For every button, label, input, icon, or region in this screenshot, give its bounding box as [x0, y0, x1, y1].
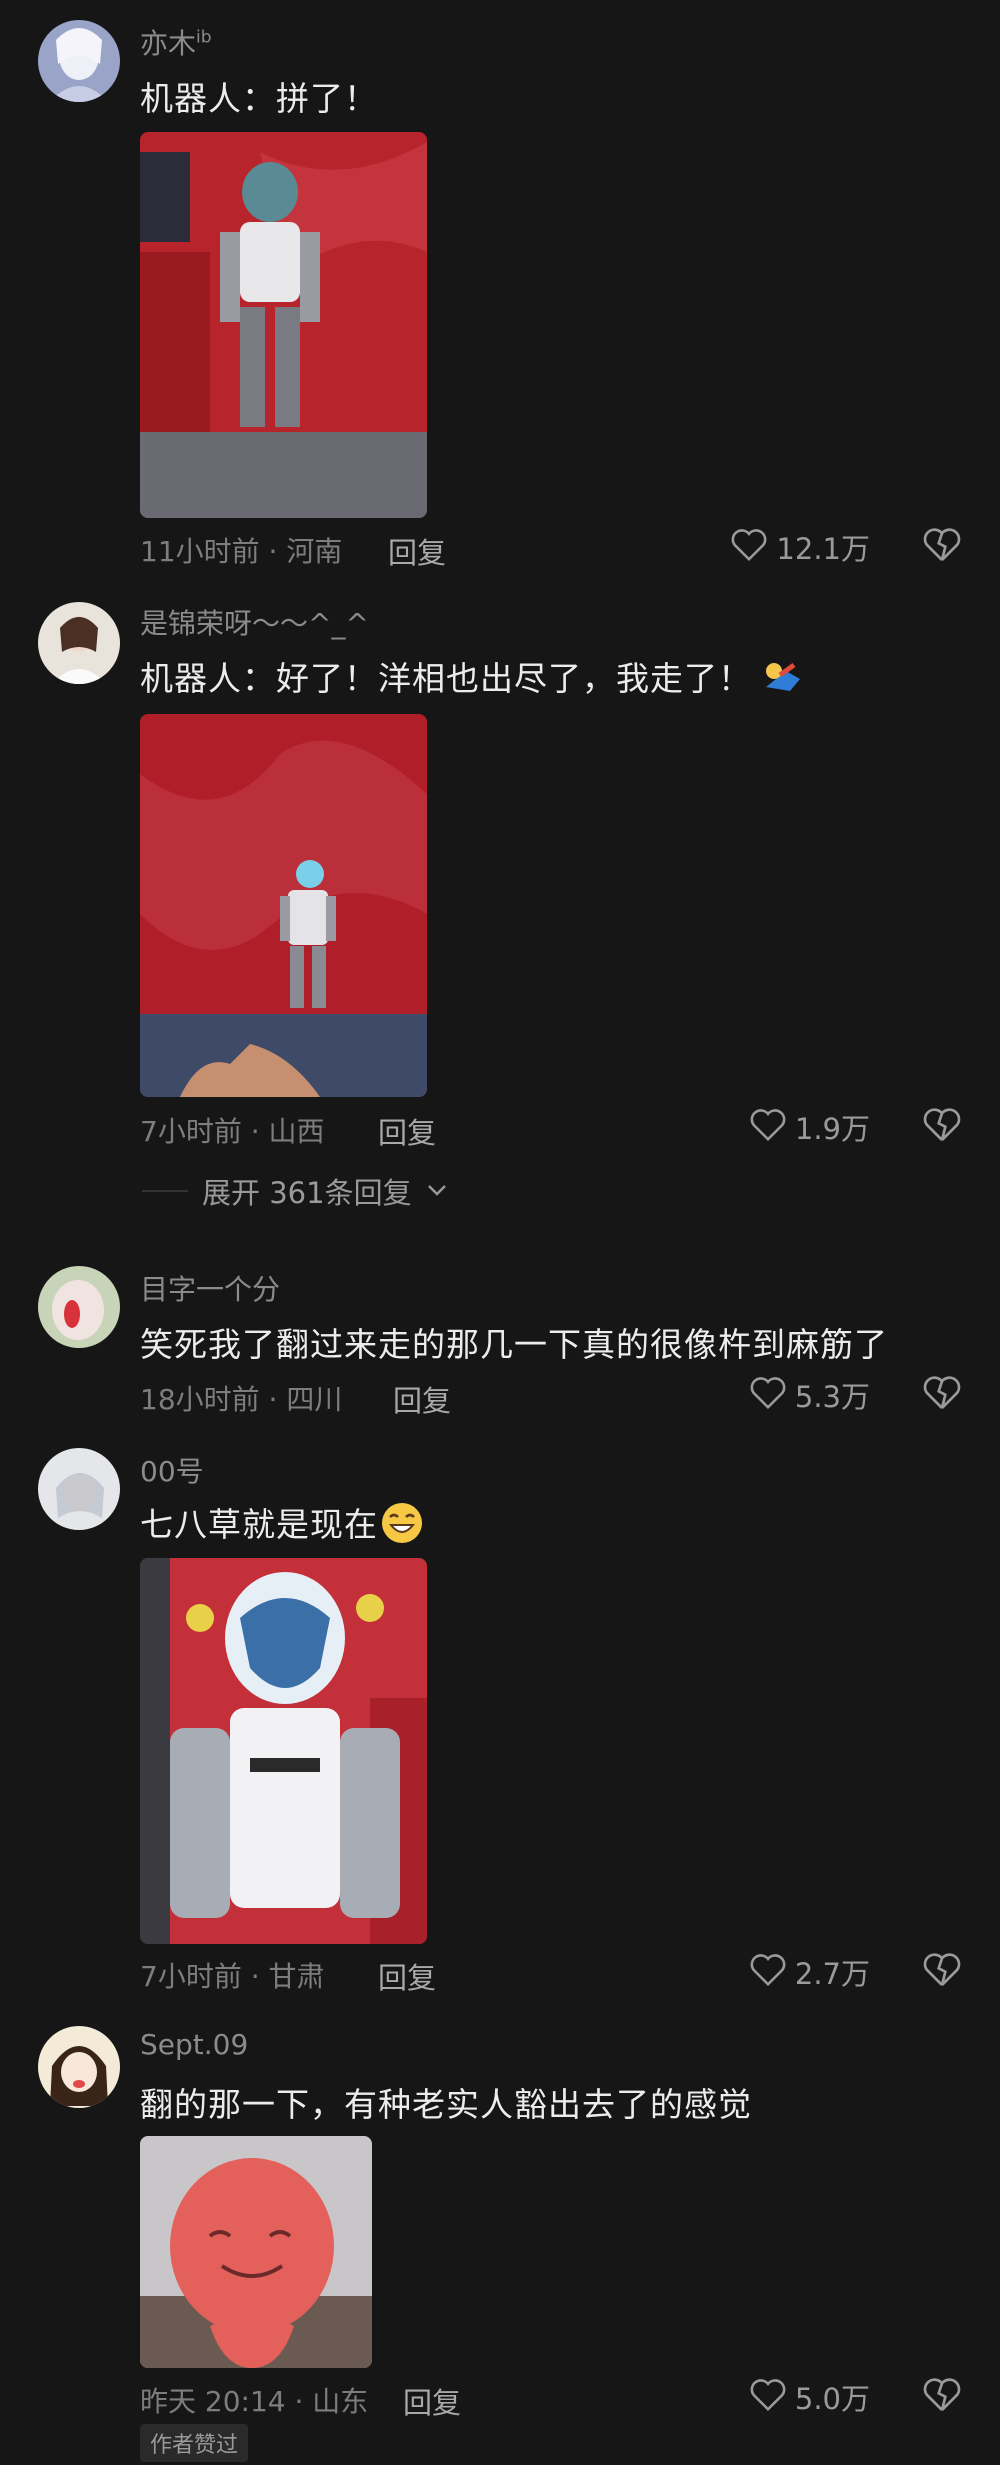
- time-location: 18小时前 · 四川: [140, 1383, 343, 1416]
- like-count: 12.1万: [776, 532, 870, 566]
- dislike-button[interactable]: [922, 1106, 962, 1144]
- avatar[interactable]: [38, 602, 120, 684]
- comment-text: 翻的那一下，有种老实人豁出去了的感觉: [140, 2085, 752, 2124]
- heart-icon: [749, 1952, 787, 1992]
- time-location: 11小时前 · 河南: [140, 535, 343, 568]
- avatar[interactable]: [38, 1266, 120, 1348]
- like-button[interactable]: 5.3万: [749, 1374, 870, 1416]
- broken-heart-icon: [922, 528, 962, 568]
- reply-button[interactable]: 回复: [378, 1955, 436, 1997]
- grin-emoji-icon: [380, 1501, 424, 1553]
- broken-heart-icon: [922, 2378, 962, 2418]
- avatar[interactable]: [38, 1448, 120, 1530]
- comment-image[interactable]: [140, 132, 427, 518]
- comment-image[interactable]: [140, 1558, 427, 1944]
- comment-image[interactable]: [140, 714, 427, 1097]
- time-location: 7小时前 · 山西: [140, 1115, 325, 1148]
- like-button[interactable]: 2.7万: [749, 1951, 870, 1993]
- reply-button[interactable]: 回复: [403, 2380, 461, 2422]
- username[interactable]: 是锦荣呀～～^_^: [140, 602, 369, 642]
- dislike-button[interactable]: [922, 1951, 962, 1989]
- comment-text: 机器人：拼了！: [140, 79, 378, 118]
- heart-icon: [730, 527, 768, 567]
- like-button[interactable]: 1.9万: [749, 1106, 870, 1148]
- heart-icon: [749, 1375, 787, 1415]
- running-emoji-icon: [760, 657, 806, 705]
- like-button[interactable]: 5.0万: [749, 2376, 870, 2418]
- username[interactable]: Sept.09: [140, 2028, 248, 2061]
- divider: [142, 1190, 188, 1192]
- reply-button[interactable]: 回复: [388, 530, 446, 572]
- time-location: 7小时前 · 甘肃: [140, 1960, 325, 1993]
- time-location: 昨天 20:14 · 山东: [140, 2385, 369, 2418]
- broken-heart-icon: [922, 1108, 962, 1148]
- comment-text: 机器人：好了！洋相也出尽了，我走了！: [140, 652, 806, 705]
- avatar[interactable]: [38, 2026, 120, 2108]
- like-button[interactable]: 12.1万: [730, 526, 870, 568]
- expand-replies-label: 展开 361条回复: [202, 1176, 412, 1210]
- broken-heart-icon: [922, 1376, 962, 1416]
- author-liked-badge: 作者赞过: [140, 2424, 249, 2462]
- dislike-button[interactable]: [922, 1374, 962, 1412]
- heart-icon: [749, 1107, 787, 1147]
- heart-icon: [749, 2377, 787, 2417]
- like-count: 5.3万: [794, 1380, 870, 1414]
- reply-button[interactable]: 回复: [378, 1110, 436, 1152]
- like-count: 1.9万: [794, 1112, 870, 1146]
- comment-text: 笑死我了翻过来走的那几一下真的很像杵到麻筋了: [140, 1325, 888, 1364]
- expand-replies-button[interactable]: 展开 361条回复: [142, 1170, 448, 1212]
- avatar[interactable]: [38, 20, 120, 102]
- username[interactable]: 目字一个分: [140, 1268, 280, 1308]
- comment-text: 七八草就是现在: [140, 1498, 424, 1553]
- dislike-button[interactable]: [922, 2376, 962, 2414]
- like-count: 5.0万: [794, 2382, 870, 2416]
- comment-image[interactable]: [140, 2136, 372, 2368]
- dislike-button[interactable]: [922, 526, 962, 564]
- username[interactable]: 亦木ib: [140, 22, 212, 62]
- broken-heart-icon: [922, 1953, 962, 1993]
- reply-button[interactable]: 回复: [393, 1378, 451, 1420]
- like-count: 2.7万: [794, 1957, 870, 1991]
- chevron-down-icon: [426, 1182, 448, 1201]
- username[interactable]: 00号: [140, 1450, 204, 1490]
